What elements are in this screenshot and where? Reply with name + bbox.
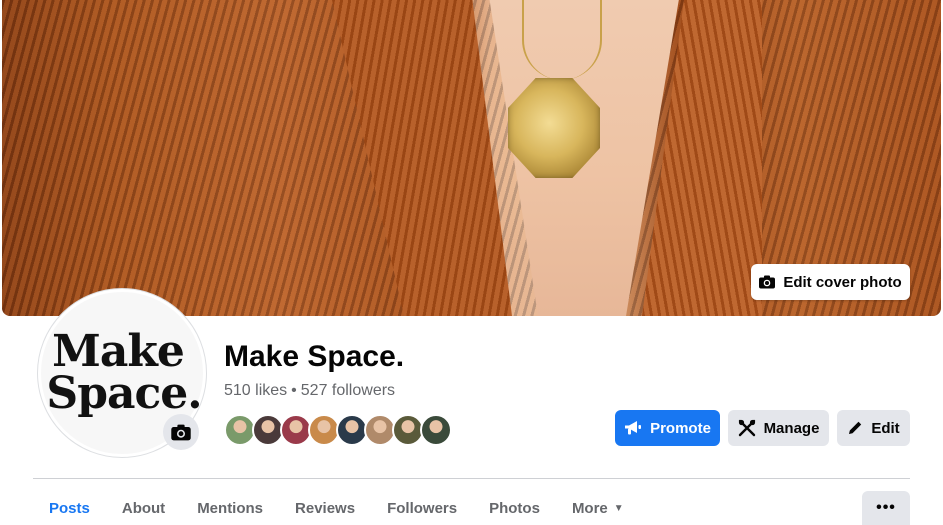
caret-down-icon: ▼	[613, 503, 624, 514]
stats-separator: •	[291, 382, 297, 399]
tab-label: About	[121, 500, 166, 517]
tab-label: Followers	[387, 500, 458, 517]
megaphone-icon	[624, 420, 642, 436]
tab-followers[interactable]: Followers	[371, 492, 473, 525]
page-tabs: Posts About Mentions Reviews Followers Photos…	[33, 492, 640, 525]
ellipsis-icon: •••	[876, 499, 896, 516]
cover-necklace-chain	[522, 0, 602, 80]
camera-icon	[759, 275, 776, 289]
manage-button[interactable]: Manage	[728, 410, 829, 446]
tab-reviews[interactable]: Reviews	[279, 492, 371, 525]
edit-cover-photo-label: Edit cover photo	[783, 273, 902, 291]
followers-count[interactable]: 527 followers	[301, 382, 395, 399]
tab-about[interactable]: About	[106, 492, 181, 525]
more-options-button[interactable]: •••	[862, 491, 910, 525]
tab-photos[interactable]: Photos	[473, 492, 556, 525]
tab-label: Photos	[489, 500, 540, 517]
follower-avatars	[224, 414, 452, 446]
tab-label: More	[571, 500, 608, 517]
header-divider	[33, 478, 910, 479]
tools-icon	[738, 419, 756, 437]
edit-page-button[interactable]: Edit	[837, 410, 910, 446]
edit-label: Edit	[871, 419, 900, 437]
follower-avatar[interactable]	[420, 414, 452, 446]
promote-button[interactable]: Promote	[615, 410, 720, 446]
camera-icon	[171, 424, 191, 441]
page-stats: 510 likes • 527 followers	[224, 382, 395, 400]
manage-label: Manage	[763, 419, 820, 437]
tab-posts[interactable]: Posts	[33, 492, 106, 525]
page-title: Make Space.	[224, 340, 405, 373]
logo-line-2: Space.	[46, 368, 202, 419]
logo-line-1: Make	[52, 326, 185, 378]
likes-count[interactable]: 510 likes	[224, 382, 287, 399]
tab-label: Reviews	[295, 500, 356, 517]
update-profile-picture-button[interactable]	[163, 414, 199, 450]
tab-more[interactable]: More ▼	[556, 492, 640, 525]
pencil-icon	[847, 420, 863, 436]
tab-label: Posts	[49, 500, 90, 517]
tab-mentions[interactable]: Mentions	[181, 492, 279, 525]
tab-label: Mentions	[197, 500, 264, 517]
edit-cover-photo-button[interactable]: Edit cover photo	[751, 264, 910, 300]
promote-label: Promote	[650, 419, 711, 437]
